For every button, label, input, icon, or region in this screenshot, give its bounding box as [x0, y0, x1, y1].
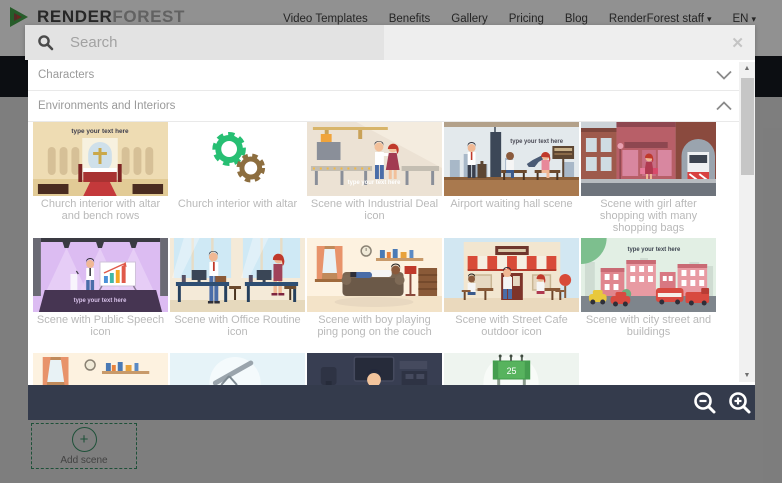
- accordion-environments[interactable]: Environments and Interiors: [28, 91, 755, 122]
- svg-text:type your text here: type your text here: [510, 139, 563, 145]
- scene-card[interactable]: type your text here Scene with Industria…: [307, 122, 442, 235]
- scroll-up-icon[interactable]: ▲: [739, 65, 755, 72]
- scene-card[interactable]: type your text here Church interior with…: [33, 122, 168, 235]
- scene-caption: Scene with Public Speech icon: [33, 315, 168, 339]
- scene-thumbnail-church-benches[interactable]: type your text here: [33, 122, 168, 196]
- scene-thumbnail-city-street[interactable]: type your text here: [581, 238, 716, 312]
- chevron-up-icon: [716, 101, 732, 111]
- scene-card[interactable]: [33, 353, 168, 385]
- close-icon[interactable]: ✕: [731, 34, 744, 52]
- scene-thumbnail-airport[interactable]: type your text here: [444, 122, 579, 196]
- search-input-zone[interactable]: [25, 25, 384, 60]
- scene-caption: Scene with Street Cafe outdoor icon: [444, 315, 579, 339]
- scroll-down-icon[interactable]: ▼: [739, 372, 755, 379]
- svg-text:25: 25: [507, 366, 517, 376]
- scene-card[interactable]: Scene with girl after shopping with many…: [581, 122, 716, 235]
- scene-thumbnail-public-speech[interactable]: type your text here: [33, 238, 168, 312]
- scene-thumbnail-telescope[interactable]: [170, 353, 305, 385]
- scene-caption: Church interior with altar and bench row…: [33, 199, 168, 223]
- svg-text:type your text here: type your text here: [348, 180, 401, 186]
- scene-card[interactable]: Church interior with altar: [170, 122, 305, 235]
- search-input[interactable]: [68, 33, 368, 52]
- svg-text:type your text here: type your text here: [74, 298, 127, 304]
- scene-grid-row: 25: [33, 353, 716, 385]
- scene-thumbnail-ping-pong-couch[interactable]: [307, 238, 442, 312]
- scene-card[interactable]: Scene with Street Cafe outdoor icon: [444, 238, 579, 339]
- scene-card[interactable]: 25: [444, 353, 579, 385]
- scene-caption: Scene with girl after shopping with many…: [581, 199, 716, 235]
- scene-card[interactable]: type your text here Airport waiting hall…: [444, 122, 579, 235]
- scene-card[interactable]: type your text here Scene with Public Sp…: [33, 238, 168, 339]
- preview-toolbar: [28, 385, 755, 420]
- scene-thumbnail-living-room[interactable]: [33, 353, 168, 385]
- scene-caption: Scene with Industrial Deal icon: [307, 199, 442, 223]
- scene-caption: Church interior with altar: [170, 199, 305, 211]
- scene-grid-row: type your text here Church interior with…: [33, 122, 716, 235]
- empty-grid-cell: [581, 353, 716, 385]
- scene-caption: Scene with city street and buildings: [581, 315, 716, 339]
- scene-card[interactable]: Scene with Office Routine icon: [170, 238, 305, 339]
- scene-thumbnail-billboard-25[interactable]: 25: [444, 353, 579, 385]
- app-window: RENDERFOREST Video Templates Benefits Ga…: [0, 0, 782, 483]
- chevron-down-icon: [716, 70, 732, 80]
- scrollbar[interactable]: ▲ ▼: [739, 62, 755, 382]
- scene-caption: Scene with Office Routine icon: [170, 315, 305, 339]
- search-icon: [37, 34, 54, 51]
- scene-thumbnail-shopping-girl[interactable]: [581, 122, 716, 196]
- scene-library-panel: Characters Environments and Interiors: [28, 60, 755, 420]
- scene-card[interactable]: [307, 353, 442, 385]
- zoom-out-icon[interactable]: [692, 390, 718, 416]
- scene-thumbnail-office-routine[interactable]: [170, 238, 305, 312]
- zoom-in-icon[interactable]: [727, 390, 753, 416]
- section-label: Environments and Interiors: [38, 100, 175, 112]
- scene-card[interactable]: [170, 353, 305, 385]
- scene-grid-row: type your text here Scene with Public Sp…: [33, 238, 716, 339]
- scene-caption: Airport waiting hall scene: [444, 199, 579, 211]
- scene-thumbnail-industrial-deal[interactable]: type your text here: [307, 122, 442, 196]
- scene-thumbnail-night-desk[interactable]: [307, 353, 442, 385]
- scrollbar-thumb[interactable]: [741, 78, 754, 175]
- scene-caption: Scene with boy playing ping pong on the …: [307, 315, 442, 339]
- section-label: Characters: [38, 69, 94, 81]
- accordion-characters[interactable]: Characters: [28, 60, 755, 91]
- loading-gears-icon[interactable]: [170, 122, 305, 196]
- svg-text:type your text here: type your text here: [71, 128, 129, 135]
- scene-card[interactable]: type your text here Scene with city stre…: [581, 238, 716, 339]
- svg-text:type your text here: type your text here: [628, 247, 681, 253]
- scene-thumbnail-street-cafe[interactable]: [444, 238, 579, 312]
- scene-card[interactable]: Scene with boy playing ping pong on the …: [307, 238, 442, 339]
- scene-search-bar: ✕: [25, 25, 755, 60]
